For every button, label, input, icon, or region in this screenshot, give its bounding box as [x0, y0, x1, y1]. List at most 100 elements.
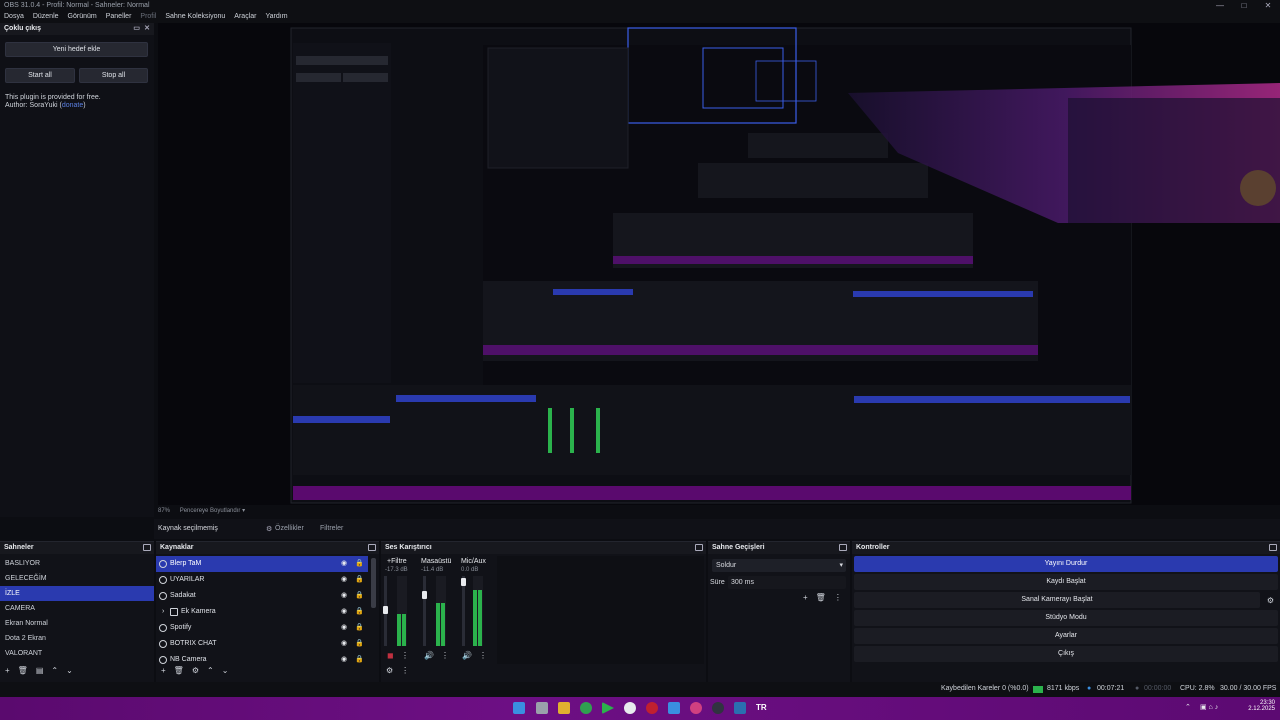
task-view-icon[interactable] — [536, 702, 548, 714]
settings-button[interactable]: Ayarlar — [854, 628, 1278, 644]
exit-button[interactable]: Çıkış — [854, 646, 1278, 662]
add-icon[interactable]: + — [803, 593, 808, 602]
float-icon[interactable] — [1269, 544, 1277, 551]
trash-icon[interactable]: 🗑 — [18, 666, 28, 675]
scene-item[interactable]: GELECEĞİM — [0, 571, 154, 586]
float-icon[interactable] — [368, 544, 376, 551]
donate-link[interactable]: donate — [62, 102, 83, 109]
windows-start-icon[interactable] — [513, 702, 525, 714]
opera-icon[interactable] — [646, 702, 658, 714]
menu-icon[interactable]: ⋮ — [401, 651, 409, 660]
scene-item-selected[interactable]: İZLE — [0, 586, 154, 601]
visibility-icon[interactable]: ◉ — [341, 640, 350, 648]
steam-icon[interactable] — [734, 702, 746, 714]
menu-icon[interactable]: ⋮ — [834, 593, 842, 602]
app-icon[interactable] — [668, 702, 680, 714]
lock-icon[interactable]: 🔒 — [355, 608, 364, 616]
menu-dosya[interactable]: Dosya — [4, 11, 24, 23]
start-recording-button[interactable]: Kaydı Başlat — [854, 574, 1278, 590]
volume-slider-handle[interactable] — [383, 606, 388, 614]
start-all-button[interactable]: Start all — [5, 68, 75, 83]
source-item-selected[interactable]: Blerp TaM ◉ 🔒 — [156, 556, 368, 572]
scene-item[interactable]: VALORANT — [0, 646, 154, 661]
visibility-icon[interactable]: ◉ — [341, 624, 350, 632]
add-icon[interactable]: + — [161, 666, 166, 675]
start-virtual-camera-button[interactable]: Sanal Kamerayı Başlat — [854, 592, 1260, 608]
menu-duzenle[interactable]: Düzenle — [33, 11, 59, 23]
lock-icon[interactable]: 🔒 — [355, 576, 364, 584]
browser-icon[interactable] — [690, 702, 702, 714]
gear-icon[interactable]: ⚙ — [386, 666, 393, 675]
volume-slider-handle[interactable] — [422, 591, 427, 599]
tray-icons[interactable]: ▣ ⌂ ♪ — [1200, 703, 1218, 711]
visibility-icon[interactable]: ◉ — [341, 576, 350, 584]
arrow-up-icon[interactable]: ⌃ — [207, 666, 214, 675]
chevron-up-icon[interactable]: ⌃ — [1185, 703, 1191, 711]
menu-profil[interactable]: Profil — [140, 11, 156, 23]
filter-icon[interactable]: ▤ — [36, 666, 44, 675]
menu-icon[interactable]: ⋮ — [441, 651, 449, 660]
menu-sahne-koleksiyonu[interactable]: Sahne Koleksiyonu — [165, 11, 225, 23]
arrow-down-icon[interactable]: ⌄ — [66, 666, 73, 675]
tr-app-icon[interactable]: TR — [756, 703, 767, 712]
app-icon[interactable] — [624, 702, 636, 714]
lock-icon[interactable]: 🔒 — [355, 640, 364, 648]
close-button[interactable]: ✕ — [1256, 0, 1280, 11]
lock-icon[interactable]: 🔒 — [355, 592, 364, 600]
scene-item[interactable]: Dota 2 Ekran — [0, 631, 154, 646]
trash-icon[interactable]: 🗑 — [816, 593, 826, 602]
float-icon[interactable]: ▭ — [133, 23, 140, 35]
arrow-down-icon[interactable]: ⌄ — [222, 666, 229, 675]
menu-araclar[interactable]: Araçlar — [234, 11, 256, 23]
source-item[interactable]: Spotify ◉ 🔒 — [156, 620, 368, 636]
scrollbar[interactable] — [371, 558, 376, 608]
properties-button[interactable]: Özellikler — [275, 525, 304, 532]
menu-icon[interactable]: ⋮ — [479, 651, 487, 660]
xbox-icon[interactable] — [580, 702, 592, 714]
stop-all-button[interactable]: Stop all — [79, 68, 148, 83]
gear-icon[interactable]: ⚙ — [1267, 596, 1274, 605]
preview-canvas[interactable] — [158, 23, 1280, 505]
lock-icon[interactable]: 🔒 — [355, 624, 364, 632]
stop-streaming-button[interactable]: Yayını Durdur — [854, 556, 1278, 572]
visibility-icon[interactable]: ◉ — [341, 560, 350, 568]
menu-icon[interactable]: ⋮ — [401, 666, 409, 675]
clock[interactable]: 23:30 2.12.2025 — [1245, 700, 1275, 712]
mute-icon[interactable]: ◼ — [387, 651, 394, 660]
menu-paneller[interactable]: Paneller — [106, 11, 132, 23]
speaker-icon[interactable]: 🔊 — [424, 651, 434, 660]
menu-gorunum[interactable]: Görünüm — [68, 11, 97, 23]
source-item[interactable]: UYARILAR ◉ 🔒 — [156, 572, 368, 588]
gear-icon[interactable]: ⚙ — [192, 666, 199, 675]
trash-icon[interactable]: 🗑 — [174, 666, 184, 675]
resize-to-window-dropdown[interactable]: Pencereye Boyutlandır — [180, 508, 241, 514]
visibility-icon[interactable]: ◉ — [341, 592, 350, 600]
maximize-button[interactable]: □ — [1232, 0, 1256, 11]
visibility-icon[interactable]: ◉ — [341, 608, 350, 616]
float-icon[interactable] — [839, 544, 847, 551]
chevron-down-icon[interactable]: ▾ — [242, 508, 245, 514]
duration-input[interactable]: 300 ms — [728, 576, 846, 589]
studio-mode-button[interactable]: Stüdyo Modu — [854, 610, 1278, 626]
add-icon[interactable]: + — [5, 666, 10, 675]
scene-item[interactable]: CAMERA — [0, 601, 154, 616]
arrow-up-icon[interactable]: ⌃ — [51, 666, 58, 675]
source-item[interactable]: BOTRIX CHAT ◉ 🔒 — [156, 636, 368, 652]
float-icon[interactable] — [695, 544, 703, 551]
volume-slider-track[interactable] — [423, 576, 426, 646]
filters-button[interactable]: Filtreler — [320, 525, 343, 532]
add-target-button[interactable]: Yeni hedef ekle — [5, 42, 148, 57]
menu-yardim[interactable]: Yardım — [265, 11, 287, 23]
source-group[interactable]: › Ek Kamera ◉ 🔒 — [156, 604, 368, 620]
lock-icon[interactable]: 🔒 — [355, 656, 364, 664]
transition-select[interactable]: Soldur ▾ — [712, 559, 846, 572]
source-item[interactable]: Sadakat ◉ 🔒 — [156, 588, 368, 604]
scene-item[interactable]: Ekran Normal — [0, 616, 154, 631]
obs-icon[interactable] — [712, 702, 724, 714]
lock-icon[interactable]: 🔒 — [355, 560, 364, 568]
minimize-button[interactable]: — — [1208, 0, 1232, 11]
expand-icon[interactable]: › — [162, 604, 164, 620]
file-explorer-icon[interactable] — [558, 702, 570, 714]
volume-slider-handle[interactable] — [461, 578, 466, 586]
speaker-icon[interactable]: 🔊 — [462, 651, 472, 660]
